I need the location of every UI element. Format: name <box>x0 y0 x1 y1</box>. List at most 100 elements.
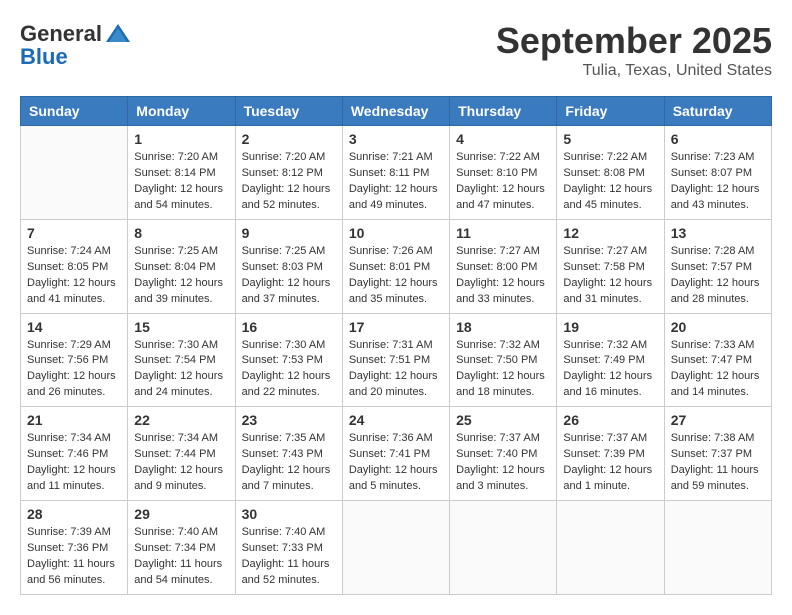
day-number: 6 <box>671 131 765 147</box>
day-number: 11 <box>456 225 550 241</box>
calendar-table: SundayMondayTuesdayWednesdayThursdayFrid… <box>20 96 772 595</box>
weekday-header-tuesday: Tuesday <box>235 97 342 126</box>
calendar-cell: 19Sunrise: 7:32 AM Sunset: 7:49 PM Dayli… <box>557 313 664 407</box>
day-info: Sunrise: 7:21 AM Sunset: 8:11 PM Dayligh… <box>349 150 443 214</box>
day-number: 21 <box>27 412 121 428</box>
calendar-cell: 14Sunrise: 7:29 AM Sunset: 7:56 PM Dayli… <box>21 313 128 407</box>
day-number: 3 <box>349 131 443 147</box>
calendar-cell: 22 Sunrise: 7:34 AM Sunset: 7:44 PM Dayli… <box>128 407 235 501</box>
weekday-header-monday: Monday <box>128 97 235 126</box>
day-info: Sunrise: 7:40 AM Sunset: 7:34 PM Dayligh… <box>134 525 228 589</box>
day-number: 17 <box>349 319 443 335</box>
day-number: 26 <box>563 412 657 428</box>
calendar-cell: 25 Sunrise: 7:37 AM Sunset: 7:40 PM Dayli… <box>450 407 557 501</box>
day-number: 7 <box>27 225 121 241</box>
calendar-cell: 9 Sunrise: 7:25 AM Sunset: 8:03 PM Daylig… <box>235 219 342 313</box>
day-info: Sunrise: 7:31 AM Sunset: 7:51 PM Dayligh… <box>349 338 443 402</box>
calendar-cell: 24Sunrise: 7:36 AM Sunset: 7:41 PM Dayli… <box>342 407 449 501</box>
weekday-header-friday: Friday <box>557 97 664 126</box>
day-info: Sunrise: 7:25 AM Sunset: 8:03 PM Dayligh… <box>242 244 336 308</box>
day-info: Sunrise: 7:34 AM Sunset: 7:44 PM Dayligh… <box>134 431 228 495</box>
day-number: 10 <box>349 225 443 241</box>
weekday-header-sunday: Sunday <box>21 97 128 126</box>
weekday-header-wednesday: Wednesday <box>342 97 449 126</box>
day-info: Sunrise: 7:22 AM Sunset: 8:08 PM Dayligh… <box>563 150 657 214</box>
calendar-cell: 26 Sunrise: 7:37 AM Sunset: 7:39 PM Dayli… <box>557 407 664 501</box>
calendar-cell: 23 Sunrise: 7:35 AM Sunset: 7:43 PM Dayli… <box>235 407 342 501</box>
day-info: Sunrise: 7:25 AM Sunset: 8:04 PM Dayligh… <box>134 244 228 308</box>
calendar-cell: 3 Sunrise: 7:21 AM Sunset: 8:11 PM Daylig… <box>342 126 449 220</box>
day-number: 1 <box>134 131 228 147</box>
day-number: 18 <box>456 319 550 335</box>
day-info: Sunrise: 7:29 AM Sunset: 7:56 PM Dayligh… <box>27 338 121 402</box>
day-info: Sunrise: 7:30 AM Sunset: 7:54 PM Dayligh… <box>134 338 228 402</box>
day-number: 5 <box>563 131 657 147</box>
calendar-cell: 8 Sunrise: 7:25 AM Sunset: 8:04 PM Daylig… <box>128 219 235 313</box>
calendar-cell: 28 Sunrise: 7:39 AM Sunset: 7:36 PM Dayli… <box>21 501 128 595</box>
day-info: Sunrise: 7:30 AM Sunset: 7:53 PM Dayligh… <box>242 338 336 402</box>
weekday-header-saturday: Saturday <box>664 97 771 126</box>
day-info: Sunrise: 7:32 AM Sunset: 7:49 PM Dayligh… <box>563 338 657 402</box>
day-info: Sunrise: 7:32 AM Sunset: 7:50 PM Dayligh… <box>456 338 550 402</box>
day-info: Sunrise: 7:23 AM Sunset: 8:07 PM Dayligh… <box>671 150 765 214</box>
day-info: Sunrise: 7:24 AM Sunset: 8:05 PM Dayligh… <box>27 244 121 308</box>
calendar-cell <box>450 501 557 595</box>
calendar-cell: 17 Sunrise: 7:31 AM Sunset: 7:51 PM Dayli… <box>342 313 449 407</box>
page-header: General Blue September 2025 Tulia, Texas… <box>20 20 772 80</box>
calendar-cell: 30Sunrise: 7:40 AM Sunset: 7:33 PM Dayli… <box>235 501 342 595</box>
calendar-cell: 2 Sunrise: 7:20 AM Sunset: 8:12 PM Daylig… <box>235 126 342 220</box>
day-info: Sunrise: 7:28 AM Sunset: 7:57 PM Dayligh… <box>671 244 765 308</box>
day-info: Sunrise: 7:37 AM Sunset: 7:39 PM Dayligh… <box>563 431 657 495</box>
day-number: 12 <box>563 225 657 241</box>
day-info: Sunrise: 7:36 AM Sunset: 7:41 PM Dayligh… <box>349 431 443 495</box>
day-info: Sunrise: 7:26 AM Sunset: 8:01 PM Dayligh… <box>349 244 443 308</box>
calendar-week-4: 21 Sunrise: 7:34 AM Sunset: 7:46 PM Dayli… <box>21 407 772 501</box>
calendar-cell: 21 Sunrise: 7:34 AM Sunset: 7:46 PM Dayli… <box>21 407 128 501</box>
day-number: 30 <box>242 506 336 522</box>
calendar-week-1: 1 Sunrise: 7:20 AM Sunset: 8:14 PM Daylig… <box>21 126 772 220</box>
day-number: 22 <box>134 412 228 428</box>
day-info: Sunrise: 7:20 AM Sunset: 8:14 PM Dayligh… <box>134 150 228 214</box>
calendar-cell: 15 Sunrise: 7:30 AM Sunset: 7:54 PM Dayli… <box>128 313 235 407</box>
day-info: Sunrise: 7:37 AM Sunset: 7:40 PM Dayligh… <box>456 431 550 495</box>
day-info: Sunrise: 7:20 AM Sunset: 8:12 PM Dayligh… <box>242 150 336 214</box>
calendar-cell: 11 Sunrise: 7:27 AM Sunset: 8:00 PM Dayli… <box>450 219 557 313</box>
day-number: 8 <box>134 225 228 241</box>
weekday-header-row: SundayMondayTuesdayWednesdayThursdayFrid… <box>21 97 772 126</box>
day-number: 28 <box>27 506 121 522</box>
day-number: 9 <box>242 225 336 241</box>
day-number: 25 <box>456 412 550 428</box>
calendar-cell: 10 Sunrise: 7:26 AM Sunset: 8:01 PM Dayli… <box>342 219 449 313</box>
calendar-cell: 6 Sunrise: 7:23 AM Sunset: 8:07 PM Daylig… <box>664 126 771 220</box>
calendar-cell: 16 Sunrise: 7:30 AM Sunset: 7:53 PM Dayli… <box>235 313 342 407</box>
day-info: Sunrise: 7:27 AM Sunset: 8:00 PM Dayligh… <box>456 244 550 308</box>
calendar-cell: 5 Sunrise: 7:22 AM Sunset: 8:08 PM Daylig… <box>557 126 664 220</box>
day-number: 27 <box>671 412 765 428</box>
day-number: 2 <box>242 131 336 147</box>
day-info: Sunrise: 7:39 AM Sunset: 7:36 PM Dayligh… <box>27 525 121 589</box>
calendar-cell <box>664 501 771 595</box>
day-number: 13 <box>671 225 765 241</box>
title-block: September 2025 Tulia, Texas, United Stat… <box>496 20 772 80</box>
day-number: 29 <box>134 506 228 522</box>
day-number: 4 <box>456 131 550 147</box>
calendar-cell <box>21 126 128 220</box>
calendar-cell: 20 Sunrise: 7:33 AM Sunset: 7:47 PM Dayli… <box>664 313 771 407</box>
day-info: Sunrise: 7:33 AM Sunset: 7:47 PM Dayligh… <box>671 338 765 402</box>
day-info: Sunrise: 7:22 AM Sunset: 8:10 PM Dayligh… <box>456 150 550 214</box>
calendar-cell: 27Sunrise: 7:38 AM Sunset: 7:37 PM Dayli… <box>664 407 771 501</box>
day-number: 15 <box>134 319 228 335</box>
calendar-cell: 12Sunrise: 7:27 AM Sunset: 7:58 PM Dayli… <box>557 219 664 313</box>
day-info: Sunrise: 7:35 AM Sunset: 7:43 PM Dayligh… <box>242 431 336 495</box>
calendar-cell <box>557 501 664 595</box>
day-number: 23 <box>242 412 336 428</box>
day-number: 16 <box>242 319 336 335</box>
day-number: 20 <box>671 319 765 335</box>
logo: General Blue <box>20 20 132 70</box>
day-info: Sunrise: 7:34 AM Sunset: 7:46 PM Dayligh… <box>27 431 121 495</box>
calendar-week-3: 14Sunrise: 7:29 AM Sunset: 7:56 PM Dayli… <box>21 313 772 407</box>
calendar-cell: 4 Sunrise: 7:22 AM Sunset: 8:10 PM Daylig… <box>450 126 557 220</box>
calendar-cell: 13 Sunrise: 7:28 AM Sunset: 7:57 PM Dayli… <box>664 219 771 313</box>
logo-icon <box>104 20 132 48</box>
calendar-cell: 18 Sunrise: 7:32 AM Sunset: 7:50 PM Dayli… <box>450 313 557 407</box>
